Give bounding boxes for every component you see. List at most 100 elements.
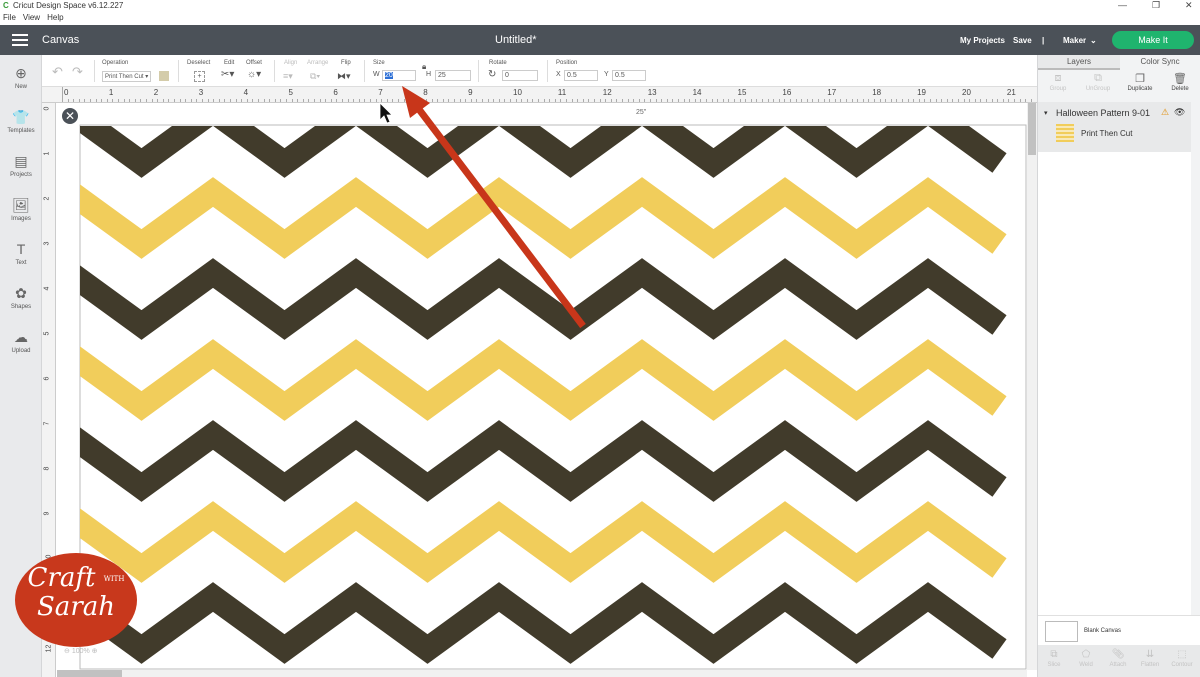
ruler-number: 1 — [43, 151, 51, 156]
ruler-number: 2 — [43, 196, 51, 201]
menu-help[interactable]: Help — [47, 13, 63, 22]
close-window-button[interactable]: ✕ — [1185, 0, 1193, 11]
layer-list: ▾ Halloween Pattern 9-01 ⚠ 👁︎ Print Then… — [1038, 102, 1191, 615]
ruler-number: 11 — [557, 88, 567, 97]
operation-label: Operation — [102, 60, 129, 66]
ruler-number: 5 — [288, 88, 293, 97]
color-swatch[interactable] — [159, 71, 169, 81]
sidebar-item-upload[interactable]: ☁ Upload — [0, 329, 42, 354]
redo-icon[interactable]: ↷ — [72, 64, 83, 80]
ruler-number: 9 — [43, 511, 51, 516]
layer-group[interactable]: ▾ Halloween Pattern 9-01 ⚠ 👁︎ Print Then… — [1038, 102, 1191, 152]
ruler-number: 9 — [468, 88, 473, 97]
zoom-level: 100% — [71, 648, 90, 655]
attach-label: Attach — [1109, 662, 1127, 668]
edit-dropdown-icon[interactable]: ✂▾ — [221, 69, 234, 80]
minimize-button[interactable]: — — [1118, 0, 1127, 11]
flip-label: Flip — [341, 60, 351, 66]
vertical-scrollbar[interactable] — [1027, 103, 1037, 670]
section-title: Canvas — [42, 34, 80, 46]
app-logo-icon: C — [3, 1, 9, 10]
sidebar-item-images[interactable]: 🖼 Images — [0, 197, 42, 222]
warning-icon[interactable]: ⚠ — [1161, 107, 1169, 118]
ruler-number: 19 — [917, 88, 926, 97]
y-input[interactable]: 0.5 — [612, 70, 646, 81]
ruler-number: 6 — [43, 376, 51, 381]
delete-label: Delete — [1171, 86, 1189, 92]
x-input[interactable]: 0.5 — [564, 70, 598, 81]
delete-button[interactable]: 🗑︎ Delete — [1160, 72, 1200, 92]
flatten-button[interactable]: ⇊ Flatten — [1134, 649, 1166, 668]
menu-view[interactable]: View — [23, 13, 40, 22]
my-projects-link[interactable]: My Projects — [960, 36, 1005, 45]
offset-label: Offset — [246, 60, 262, 66]
ruler-number: 13 — [647, 88, 657, 97]
menu-file[interactable]: File — [3, 13, 16, 22]
header-divider: | — [1042, 36, 1045, 45]
weld-button[interactable]: ⬠ Weld — [1070, 649, 1102, 668]
contour-label: Contour — [1171, 662, 1193, 668]
align-dropdown-icon[interactable]: ≡▾ — [283, 71, 293, 82]
contour-button[interactable]: ⬚ Contour — [1166, 649, 1198, 668]
chevron-down-icon[interactable]: ⌄ — [1090, 36, 1097, 45]
text-icon: T — [16, 241, 26, 257]
canvas-workspace[interactable] — [57, 104, 1027, 670]
eye-icon[interactable]: 👁︎ — [1174, 107, 1185, 118]
notebook-icon: ▤ — [14, 153, 28, 169]
rotate-icon: ↻ — [488, 69, 497, 80]
collapse-caret-icon[interactable]: ▾ — [1044, 109, 1048, 117]
close-selection-icon[interactable]: ✕ — [62, 108, 78, 124]
ruler-number: 3 — [198, 88, 204, 97]
craft-with-sarah-logo: Craft WITH Sarah — [15, 553, 137, 647]
image-icon: 🖼 — [12, 197, 30, 213]
duplicate-button[interactable]: ❐ Duplicate — [1120, 72, 1160, 92]
sidebar-item-new[interactable]: ⊕ New — [0, 65, 42, 90]
sidebar-item-templates[interactable]: 👕 Templates — [0, 109, 42, 134]
width-dimension-label: 25" — [636, 109, 647, 116]
ungroup-icon: ⧉ — [1094, 72, 1102, 84]
zoom-in-icon[interactable]: ⊕ — [90, 648, 98, 655]
machine-select[interactable]: Maker — [1063, 36, 1086, 45]
height-input[interactable]: 25 — [435, 70, 471, 81]
trash-icon: 🗑︎ — [1173, 73, 1187, 85]
document-title[interactable]: Untitled* — [495, 34, 537, 46]
zoom-out-icon[interactable]: ⊖ — [64, 648, 72, 655]
horizontal-scrollbar[interactable] — [57, 670, 1027, 677]
size-label: Size — [373, 60, 385, 66]
maximize-button[interactable]: ❐ — [1152, 0, 1160, 11]
deselect-button[interactable]: + — [194, 71, 205, 82]
sidebar-item-projects[interactable]: ▤ Projects — [0, 153, 42, 178]
layers-panel: Layers Color Sync ⧈ Group ⧉ UnGroup ❐ Dupli… — [1037, 55, 1200, 677]
flatten-label: Flatten — [1140, 662, 1160, 668]
attach-button[interactable]: 📎︎ Attach — [1102, 649, 1134, 668]
sidebar-item-text[interactable]: T Text — [0, 241, 42, 266]
logo-word-sarah: Sarah — [37, 592, 115, 622]
make-it-button[interactable]: Make It — [1112, 31, 1194, 49]
undo-icon[interactable]: ↶ — [52, 64, 63, 80]
width-input[interactable]: 20 — [382, 70, 416, 81]
layer-name[interactable]: Print Then Cut — [1081, 129, 1132, 138]
offset-dropdown-icon[interactable]: ☼▾ — [247, 69, 261, 80]
save-link[interactable]: Save — [1013, 36, 1032, 45]
chevron-pattern-image[interactable] — [57, 104, 1027, 670]
sidebar-item-shapes[interactable]: ✿ Shapes — [0, 285, 42, 310]
ruler-number: 2 — [153, 88, 159, 97]
blank-canvas-swatch[interactable] — [1045, 621, 1078, 642]
ruler-number: 3 — [43, 241, 51, 246]
operation-select[interactable]: Print Then Cut ▾ — [102, 71, 152, 82]
flip-dropdown-icon[interactable]: ⧓▾ — [337, 71, 351, 82]
arrange-dropdown-icon[interactable]: ⧉▾ — [310, 71, 320, 82]
hamburger-menu-icon[interactable] — [12, 34, 28, 46]
tab-layers[interactable]: Layers — [1038, 55, 1120, 70]
group-button[interactable]: ⧈ Group — [1038, 72, 1078, 92]
title-bar: C Cricut Design Space v6.12.227 — ❐ ✕ — [0, 0, 1200, 11]
tab-color-sync[interactable]: Color Sync — [1120, 55, 1200, 70]
ungroup-label: UnGroup — [1085, 86, 1111, 92]
rotate-input[interactable]: 0 — [502, 70, 538, 81]
blank-canvas-label: Blank Canvas — [1084, 628, 1122, 634]
blank-canvas-row[interactable]: Blank Canvas — [1038, 615, 1200, 645]
ruler-number: 12 — [602, 88, 612, 97]
ungroup-button[interactable]: ⧉ UnGroup — [1078, 72, 1118, 92]
slice-button[interactable]: ⧉ Slice — [1038, 649, 1070, 668]
deselect-label: Deselect — [187, 60, 211, 66]
